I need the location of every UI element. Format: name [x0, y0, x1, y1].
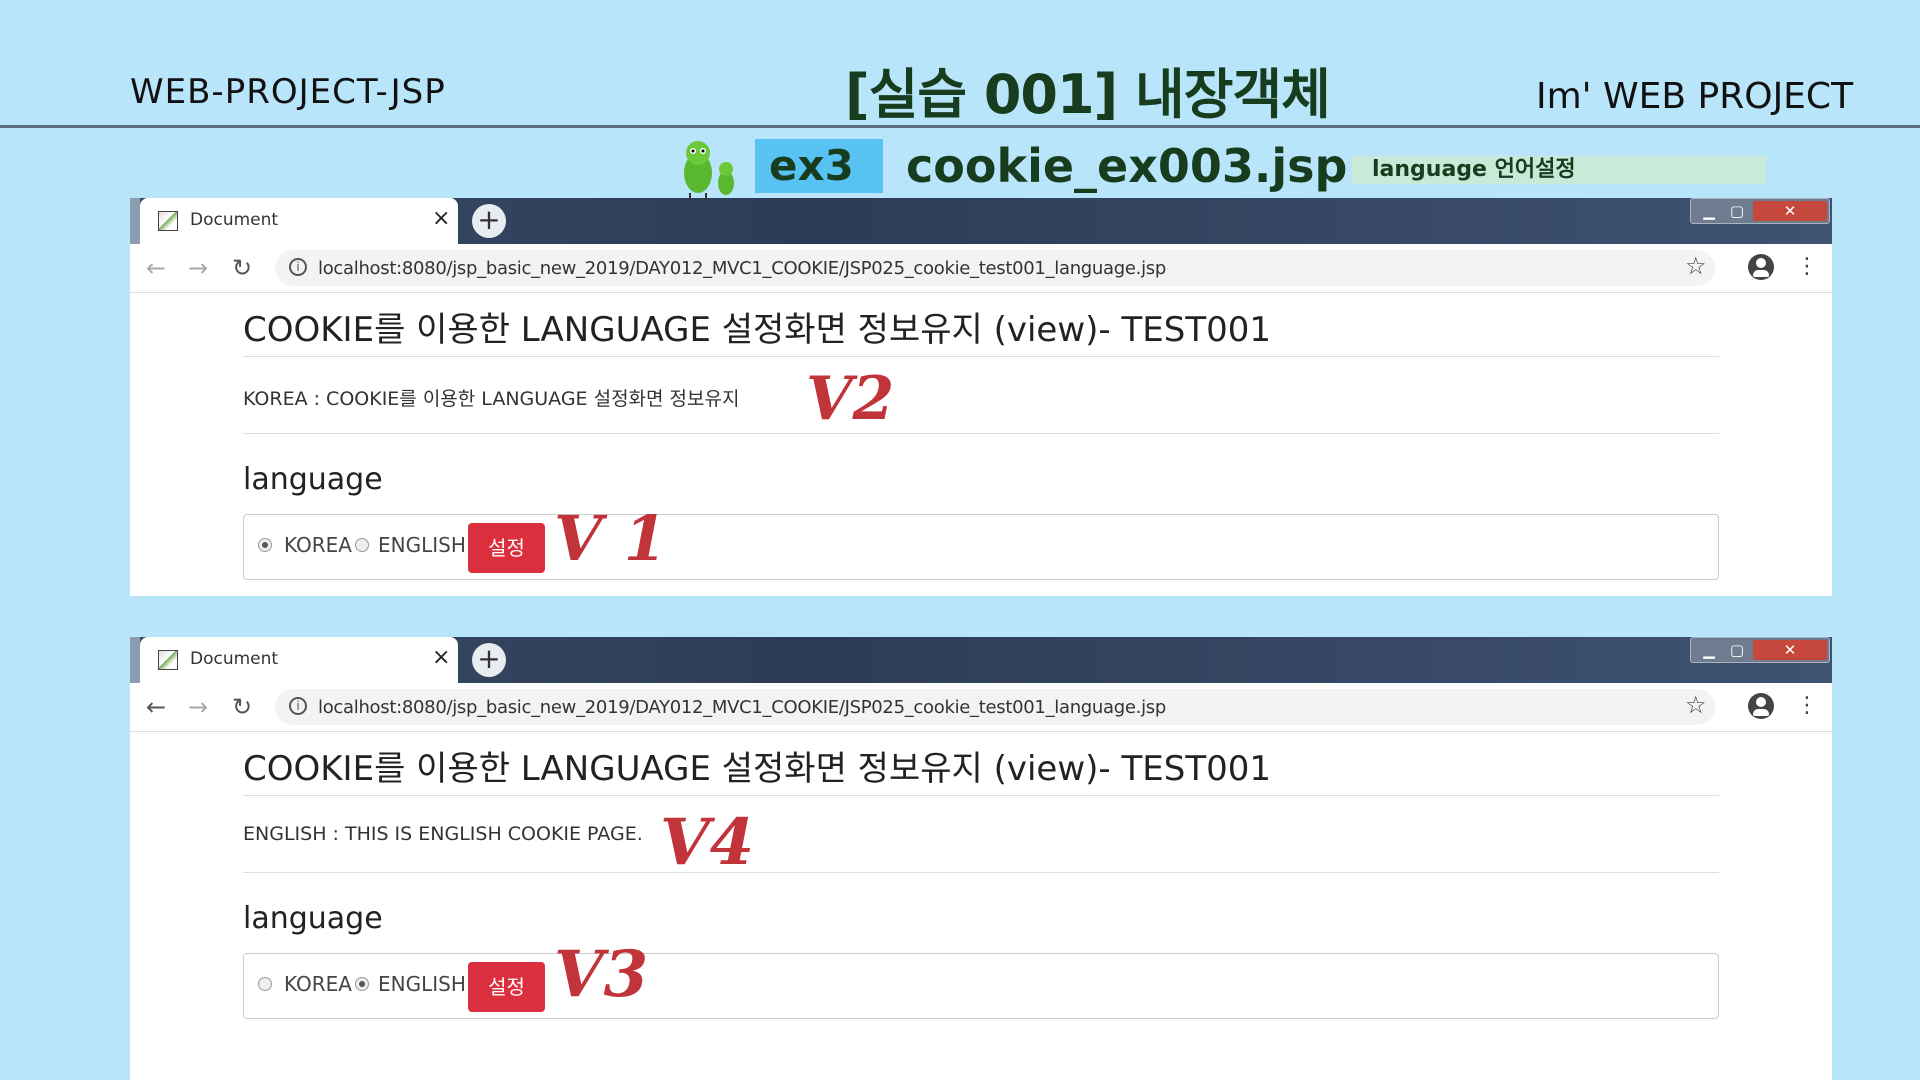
- radio-label-korea: KOREA: [284, 972, 352, 996]
- radio-label-korea: KOREA: [284, 533, 352, 557]
- tab-title: Document: [190, 649, 279, 669]
- browser-toolbar: ← → ↻ i localhost:8080/jsp_basic_new_201…: [130, 244, 1832, 293]
- info-icon[interactable]: i: [289, 697, 307, 715]
- maximize-icon[interactable]: ▢: [1725, 201, 1749, 221]
- submit-button[interactable]: 설정: [468, 962, 545, 1012]
- tab-title: Document: [190, 210, 279, 230]
- radio-english[interactable]: [355, 538, 369, 552]
- minimize-icon[interactable]: ▁: [1697, 640, 1721, 660]
- submit-button[interactable]: 설정: [468, 523, 545, 573]
- url-text: localhost:8080/jsp_basic_new_2019/DAY012…: [318, 697, 1166, 718]
- browser-tab[interactable]: Document ×: [140, 198, 458, 244]
- annotation-mark: V2: [806, 364, 895, 434]
- kebab-menu-icon[interactable]: ⋮: [1796, 254, 1818, 280]
- address-bar[interactable]: i localhost:8080/jsp_basic_new_2019/DAY0…: [275, 250, 1715, 286]
- reload-icon[interactable]: ↻: [232, 693, 252, 721]
- cookie-info-text: KOREA : COOKIE를 이용한 LANGUAGE 설정화면 정보유지: [243, 388, 740, 410]
- mascot-icon: [684, 141, 734, 199]
- tab-bar-edge: [130, 637, 140, 683]
- divider: [243, 356, 1719, 357]
- annotation-mark: V4: [660, 805, 755, 880]
- account-icon[interactable]: [1748, 254, 1774, 280]
- header-left-text: WEB-PROJECT-JSP: [130, 72, 446, 112]
- page-heading: COOKIE를 이용한 LANGUAGE 설정화면 정보유지 (view)- T…: [243, 749, 1271, 789]
- star-icon[interactable]: ☆: [1685, 252, 1707, 280]
- plus-icon[interactable]: +: [472, 643, 506, 677]
- plus-icon[interactable]: +: [472, 204, 506, 238]
- tab-bar: Document × + ▁ ▢ ✕: [130, 637, 1832, 683]
- header-right-text: Im' WEB PROJECT: [1536, 76, 1854, 117]
- annotation-mark: V3: [554, 937, 649, 1012]
- document-icon: [158, 211, 178, 231]
- kebab-menu-icon[interactable]: ⋮: [1796, 693, 1818, 719]
- radio-english[interactable]: [355, 977, 369, 991]
- url-text: localhost:8080/jsp_basic_new_2019/DAY012…: [318, 258, 1166, 279]
- close-icon[interactable]: ×: [432, 645, 450, 670]
- topic-label: language 언어설정: [1352, 156, 1766, 184]
- example-filename: cookie_ex003.jsp: [906, 139, 1348, 193]
- browser-window-2: Document × + ▁ ▢ ✕ ← → ↻ i localhost:808…: [130, 637, 1832, 1080]
- divider: [243, 795, 1719, 796]
- info-icon[interactable]: i: [289, 258, 307, 276]
- minimize-icon[interactable]: ▁: [1697, 201, 1721, 221]
- annotation-mark: V 1: [554, 502, 667, 575]
- window-controls: ▁ ▢ ✕: [1690, 198, 1830, 224]
- slide-title: [실습 001] 내장객체: [845, 63, 1331, 126]
- star-icon[interactable]: ☆: [1685, 691, 1707, 719]
- browser-tab[interactable]: Document ×: [140, 637, 458, 683]
- browser-toolbar: ← → ↻ i localhost:8080/jsp_basic_new_201…: [130, 683, 1832, 732]
- radio-korea[interactable]: [258, 538, 272, 552]
- page-heading: COOKIE를 이용한 LANGUAGE 설정화면 정보유지 (view)- T…: [243, 310, 1271, 350]
- radio-label-english: ENGLISH: [378, 533, 466, 557]
- arrow-left-icon[interactable]: ←: [146, 254, 166, 282]
- arrow-right-icon[interactable]: →: [188, 254, 208, 282]
- example-badge: ex3: [755, 139, 883, 193]
- radio-korea[interactable]: [258, 977, 272, 991]
- document-icon: [158, 650, 178, 670]
- close-icon[interactable]: ×: [432, 206, 450, 231]
- tab-bar-edge: [130, 198, 140, 244]
- reload-icon[interactable]: ↻: [232, 254, 252, 282]
- window-close-icon[interactable]: ✕: [1753, 640, 1827, 660]
- address-bar[interactable]: i localhost:8080/jsp_basic_new_2019/DAY0…: [275, 689, 1715, 725]
- cookie-info-text: ENGLISH : THIS IS ENGLISH COOKIE PAGE.: [243, 823, 643, 845]
- browser-window-1: Document × + ▁ ▢ ✕ ← → ↻ i localhost:808…: [130, 198, 1832, 596]
- divider: [243, 872, 1719, 873]
- arrow-right-icon[interactable]: →: [188, 693, 208, 721]
- section-label: language: [243, 462, 383, 497]
- section-label: language: [243, 901, 383, 936]
- header-divider: [0, 125, 1920, 128]
- language-form: KOREA ENGLISH 설정: [243, 514, 1719, 580]
- radio-label-english: ENGLISH: [378, 972, 466, 996]
- maximize-icon[interactable]: ▢: [1725, 640, 1749, 660]
- arrow-left-icon[interactable]: ←: [146, 693, 166, 721]
- window-close-icon[interactable]: ✕: [1753, 201, 1827, 221]
- account-icon[interactable]: [1748, 693, 1774, 719]
- tab-bar: Document × + ▁ ▢ ✕: [130, 198, 1832, 244]
- divider: [243, 433, 1719, 434]
- window-controls: ▁ ▢ ✕: [1690, 637, 1830, 663]
- language-form: KOREA ENGLISH 설정: [243, 953, 1719, 1019]
